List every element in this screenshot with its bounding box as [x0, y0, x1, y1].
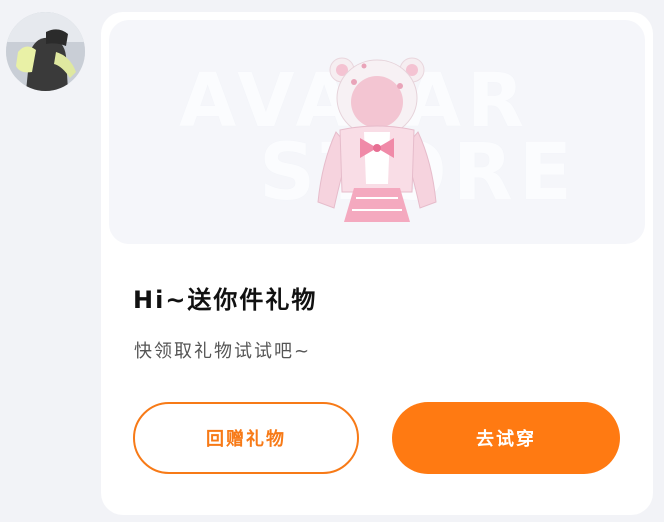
try-on-button[interactable]: 去试穿 — [392, 402, 620, 474]
gift-subtitle: 快领取礼物试试吧~ — [134, 341, 312, 362]
gift-title: Hi~送你件礼物 — [133, 286, 318, 314]
hoodie-outfit-image — [317, 57, 437, 222]
gift-banner: AVATAR STORE — [109, 20, 645, 244]
avatar-image — [6, 12, 85, 91]
gift-card: AVATAR STORE — [101, 12, 653, 515]
return-gift-button[interactable]: 回赠礼物 — [133, 402, 359, 474]
sender-avatar[interactable] — [6, 12, 85, 91]
